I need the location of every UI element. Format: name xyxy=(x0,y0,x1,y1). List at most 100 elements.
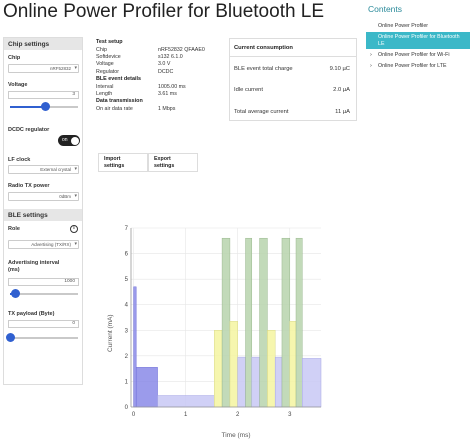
role-select-value: Advertising (TX/RX) xyxy=(31,242,71,247)
adv-interval-label: Advertising interval (ms) xyxy=(4,260,59,274)
page-title: Online Power Profiler for Bluetooth LE xyxy=(3,1,325,22)
contents-nav: Contents Online Power Profiler Online Po… xyxy=(366,4,470,69)
current-consumption-title: Current consumption xyxy=(234,45,293,51)
adv-interval-slider[interactable] xyxy=(10,289,78,298)
consumption-row: Idle current 2.0 µA xyxy=(234,87,350,93)
setup-key: Voltage xyxy=(96,61,114,68)
lf-clock-label: LF clock xyxy=(8,157,31,163)
role-label: Role xyxy=(8,226,20,232)
lf-clock-select[interactable]: External crystal xyxy=(8,165,79,174)
ble-settings-header: BLE settings xyxy=(4,209,82,221)
tx-payload-label: TX payload (Byte) xyxy=(8,311,55,317)
voltage-slider[interactable] xyxy=(10,102,78,111)
setup-value: s132 6.1.0 xyxy=(158,53,183,60)
toc-item-online-power-profiler[interactable]: Online Power Profiler xyxy=(366,23,470,30)
setup-row: Interval 1005.00 ms xyxy=(96,84,224,91)
role-select[interactable]: Advertising (TX/RX) xyxy=(8,240,79,249)
voltage-slider-knob[interactable] xyxy=(40,102,50,111)
setup-value: DCDC xyxy=(158,68,174,75)
y-tick-label: 4 xyxy=(125,303,129,309)
chip-label: Chip xyxy=(8,55,21,61)
y-tick-label: 6 xyxy=(125,252,129,258)
chip-select-value: nRF52832 xyxy=(49,66,71,71)
chip-select[interactable]: nRF52832 xyxy=(8,64,79,73)
info-icon[interactable]: i xyxy=(70,225,78,233)
current-bar xyxy=(157,395,215,408)
toc-item-label: Online Power Profiler for Wi-Fi xyxy=(378,52,450,58)
setup-row: Chip nRF52832 QFAAE0 xyxy=(96,47,224,54)
setup-value: 3.0 V xyxy=(158,61,171,68)
x-tick-label: 3 xyxy=(288,412,292,418)
tx-payload-slider[interactable] xyxy=(5,333,78,342)
y-tick-label: 1 xyxy=(125,379,129,385)
consumption-key: Idle current xyxy=(234,87,263,93)
current-bar xyxy=(133,286,137,408)
current-bar xyxy=(237,356,246,408)
current-chart: 0 1 2 3 4 5 6 7 0 1 2 3 Time (ms) Current (mA) xyxy=(104,222,364,441)
consumption-row: BLE event total charge 9.10 µC xyxy=(234,66,350,72)
consumption-value: 9.10 µC xyxy=(329,66,350,72)
tx-power-select-value: 0dBm xyxy=(59,194,71,199)
y-tick-label: 2 xyxy=(125,354,129,360)
chevron-right-icon[interactable]: › xyxy=(370,52,372,59)
voltage-input[interactable]: 3 xyxy=(8,91,79,99)
setup-row: On air data rate 1 Mbps xyxy=(96,106,224,113)
dcdc-toggle[interactable]: on xyxy=(58,135,80,146)
divider xyxy=(230,56,356,57)
toc-item-lte[interactable]: › Online Power Profiler for LTE xyxy=(366,63,470,70)
adv-interval-label-line2: (ms) xyxy=(8,267,20,273)
setup-value: 1 Mbps xyxy=(158,105,176,112)
x-tick-label: 1 xyxy=(184,412,188,418)
toc-item-label: LE xyxy=(378,40,385,47)
x-tick-label: 0 xyxy=(132,412,136,418)
lf-clock-select-value: External crystal xyxy=(40,167,71,172)
import-label-2: settings xyxy=(104,162,125,169)
x-tick-label: 2 xyxy=(236,412,240,418)
setup-key: Softdevice xyxy=(96,53,121,60)
chip-settings-header: Chip settings xyxy=(4,38,82,50)
setup-key: Interval xyxy=(96,83,114,90)
current-bar xyxy=(259,237,268,408)
tx-payload-slider-knob[interactable] xyxy=(5,333,15,342)
current-bar xyxy=(214,330,223,408)
adv-interval-label-line1: Advertising interval xyxy=(8,260,60,266)
data-transmission-header: Data transmission xyxy=(96,98,143,105)
export-label-1: Export xyxy=(154,156,171,162)
current-bar xyxy=(295,237,303,408)
import-settings-button[interactable]: Import settings xyxy=(98,153,148,172)
setup-row: Voltage 3.0 V xyxy=(96,61,224,68)
y-tick-label: 5 xyxy=(125,277,129,283)
consumption-value: 11 µA xyxy=(335,109,350,115)
adv-interval-input[interactable]: 1000 xyxy=(8,278,79,286)
setup-key: Chip xyxy=(96,46,107,53)
current-bar xyxy=(135,367,158,408)
toc-item-bluetooth-le[interactable]: Online Power Profiler for Bluetooth LE xyxy=(366,32,470,49)
setup-value: 3.61 ms xyxy=(158,90,177,97)
setup-key: Length xyxy=(96,90,113,97)
current-bar xyxy=(281,237,291,408)
tx-payload-input[interactable]: 0 xyxy=(8,320,79,328)
tx-power-select[interactable]: 0dBm xyxy=(8,192,79,201)
toc-item-label: Online Power Profiler for Bluetooth xyxy=(378,34,460,40)
y-tick-label: 7 xyxy=(125,226,129,232)
y-tick-label: 0 xyxy=(125,405,129,411)
contents-title: Contents xyxy=(368,4,403,14)
current-bar xyxy=(251,356,260,408)
setup-key: On air data rate xyxy=(96,105,133,112)
dcdc-toggle-knob xyxy=(70,136,79,145)
current-bar xyxy=(267,330,276,408)
dcdc-toggle-label: on xyxy=(62,137,68,143)
current-bar xyxy=(245,237,253,408)
toc-item-wifi[interactable]: › Online Power Profiler for Wi-Fi xyxy=(366,52,470,59)
adv-interval-slider-knob[interactable] xyxy=(10,289,20,298)
setup-key: Regulator xyxy=(96,68,119,75)
setup-row: Softdevice s132 6.1.0 xyxy=(96,54,224,61)
current-bar xyxy=(289,321,297,408)
setup-value: nRF52832 QFAAE0 xyxy=(158,46,205,53)
consumption-row: Total average current 11 µA xyxy=(234,109,350,115)
settings-sidebar: Chip settings Chip nRF52832 Voltage 3 DC… xyxy=(3,37,83,385)
chevron-right-icon[interactable]: › xyxy=(370,63,372,70)
test-setup-header: Test setup xyxy=(96,39,123,45)
current-chart-svg: 0 1 2 3 4 5 6 7 0 1 2 3 Time (ms) xyxy=(125,226,322,439)
export-settings-button[interactable]: Export settings xyxy=(148,153,198,172)
